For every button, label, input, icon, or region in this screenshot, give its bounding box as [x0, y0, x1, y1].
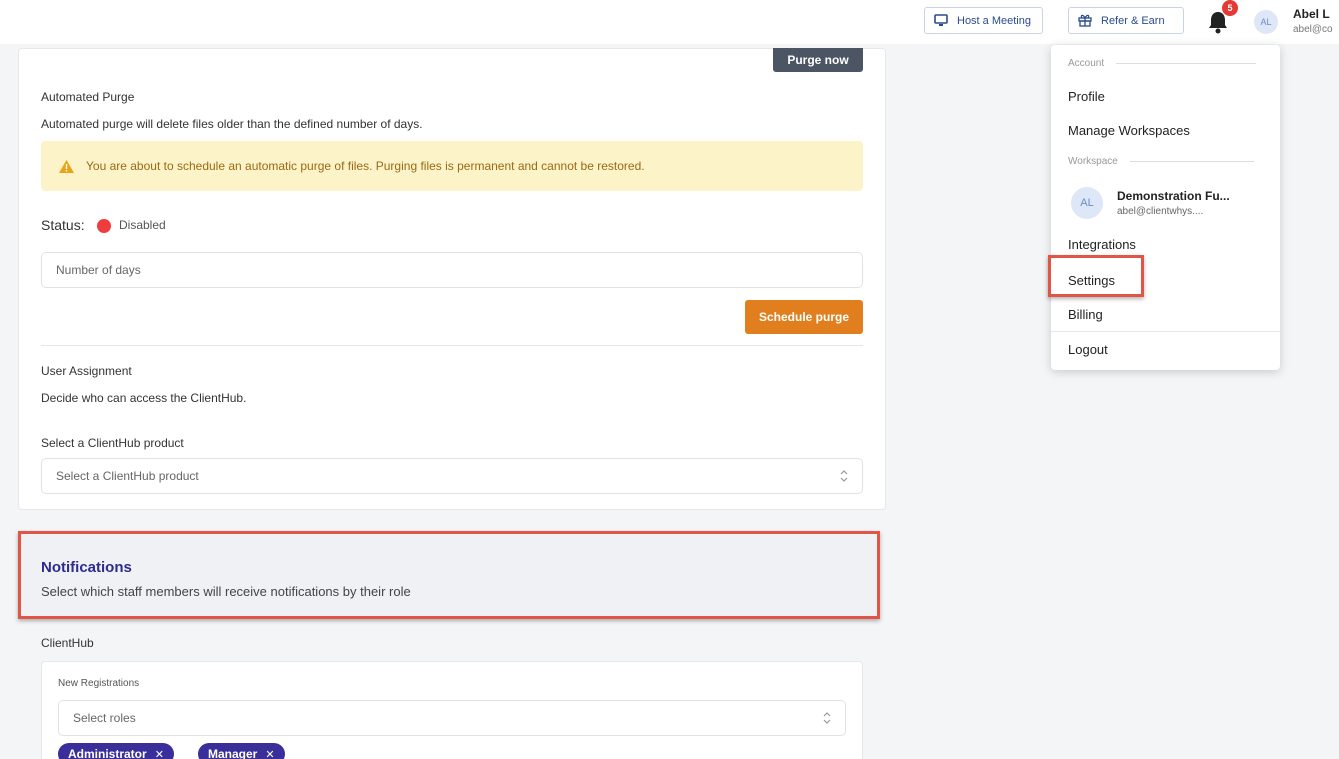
roles-select[interactable]: Select roles: [58, 700, 846, 736]
account-section-label: Account: [1068, 58, 1257, 69]
workspace-section-label: Workspace: [1068, 156, 1254, 167]
section-divider: [41, 345, 863, 346]
user-name[interactable]: Abel L: [1293, 7, 1330, 21]
clienthub-product-placeholder: Select a ClientHub product: [56, 469, 199, 483]
automated-purge-description: Automated purge will delete files older …: [41, 117, 423, 131]
status-label: Status:: [41, 217, 85, 233]
notifications-subtitle: Select which staff members will receive …: [41, 584, 411, 599]
menu-divider: [1051, 331, 1280, 332]
avatar[interactable]: AL: [1254, 10, 1278, 34]
workspace-avatar[interactable]: AL: [1071, 187, 1103, 219]
role-chip-label: Administrator: [68, 747, 147, 759]
workspace-email: abel@clientwhys....: [1117, 206, 1204, 217]
new-registrations-label: New Registrations: [58, 678, 140, 689]
refer-earn-label: Refer & Earn: [1101, 14, 1165, 27]
clienthub-section-label: ClientHub: [41, 636, 94, 650]
menu-item-billing[interactable]: Billing: [1068, 307, 1103, 322]
roles-placeholder: Select roles: [73, 711, 136, 725]
user-assignment-description: Decide who can access the ClientHub.: [41, 391, 247, 405]
number-of-days-input[interactable]: Number of days: [41, 252, 863, 288]
automated-purge-heading: Automated Purge: [41, 90, 135, 104]
schedule-purge-button[interactable]: Schedule purge: [745, 300, 863, 334]
clienthub-product-select[interactable]: Select a ClientHub product: [41, 458, 863, 494]
workspace-label-text: Workspace: [1068, 156, 1118, 167]
notifications-title: Notifications: [41, 559, 132, 576]
status-indicator: [97, 219, 111, 233]
user-assignment-heading: User Assignment: [41, 364, 132, 378]
menu-item-settings[interactable]: Settings: [1068, 273, 1115, 288]
select-chevrons-icon: [823, 712, 831, 724]
warning-icon: [59, 159, 74, 173]
menu-item-profile[interactable]: Profile: [1068, 89, 1105, 104]
warning-text: You are about to schedule an automatic p…: [86, 159, 645, 173]
account-label-text: Account: [1068, 58, 1105, 69]
gift-icon: [1078, 14, 1092, 27]
section-rule: [1129, 161, 1254, 162]
menu-item-integrations[interactable]: Integrations: [1068, 237, 1136, 252]
user-email: abel@co: [1293, 24, 1333, 35]
host-meeting-label: Host a Meeting: [957, 14, 1031, 27]
top-bar: Host a Meeting Refer & Earn 5 AL Abel L …: [0, 0, 1339, 44]
refer-earn-button[interactable]: Refer & Earn: [1068, 7, 1184, 34]
menu-item-manage-workspaces[interactable]: Manage Workspaces: [1068, 123, 1190, 138]
notification-badge: 5: [1222, 0, 1238, 16]
workspace-name[interactable]: Demonstration Fu...: [1117, 189, 1230, 203]
host-meeting-button[interactable]: Host a Meeting: [924, 7, 1043, 34]
notifications-header: Notifications Select which staff members…: [18, 531, 880, 619]
section-rule: [1116, 63, 1257, 64]
monitor-icon: [934, 14, 948, 26]
role-chip-administrator[interactable]: Administrator ✕: [58, 743, 174, 759]
clienthub-product-label: Select a ClientHub product: [41, 436, 184, 450]
remove-chip-icon[interactable]: ✕: [155, 748, 164, 759]
remove-chip-icon[interactable]: ✕: [265, 748, 274, 759]
purge-now-button[interactable]: Purge now: [773, 48, 863, 72]
status-value: Disabled: [119, 218, 166, 232]
role-chip-manager[interactable]: Manager ✕: [198, 743, 285, 759]
select-chevrons-icon: [840, 470, 848, 482]
purge-warning-alert: You are about to schedule an automatic p…: [41, 141, 863, 191]
role-chip-label: Manager: [208, 747, 258, 759]
user-dropdown-menu: Account Profile Manage Workspaces Worksp…: [1048, 45, 1280, 370]
menu-item-logout[interactable]: Logout: [1068, 342, 1108, 357]
